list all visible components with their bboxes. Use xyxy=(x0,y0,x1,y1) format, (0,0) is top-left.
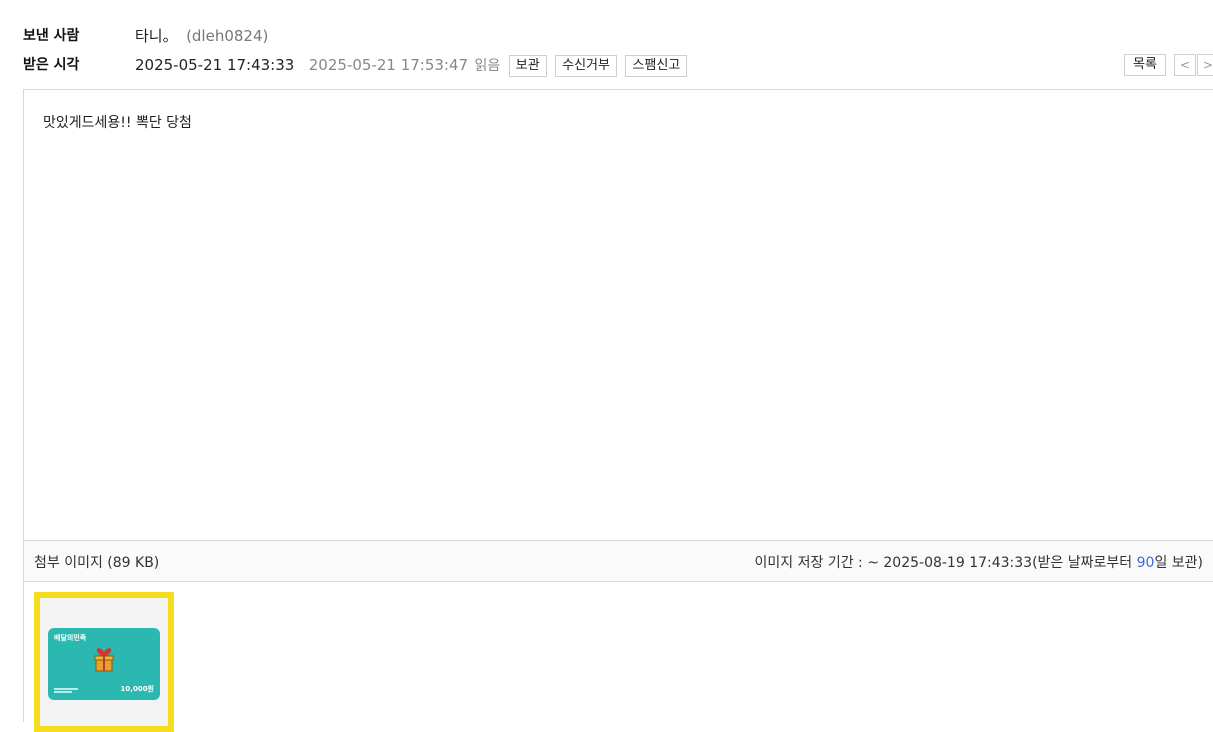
sender-id: (dleh0824) xyxy=(186,27,269,45)
attachment-retention: 이미지 저장 기간 : ~ 2025-08-19 17:43:33(받은 날짜로… xyxy=(755,552,1203,572)
sender-info: 타니。 (dleh0824) xyxy=(135,26,268,47)
message-body-box: 맛있게드세용!! 뽁단 당첨 xyxy=(23,89,1213,540)
message-text: 맛있게드세용!! 뽁단 당첨 xyxy=(43,115,192,131)
next-message-button[interactable]: > xyxy=(1197,54,1213,76)
received-info: 2025-05-21 17:43:33 2025-05-21 17:53:47 … xyxy=(135,55,688,77)
save-button[interactable]: 보관 xyxy=(508,55,547,77)
block-sender-button[interactable]: 수신거부 xyxy=(555,55,617,77)
sender-label: 보낸 사람 xyxy=(23,28,80,44)
received-label: 받은 시각 xyxy=(23,57,80,73)
retention-prefix: 이미지 저장 기간 : ~ 2025-08-19 17:43:33(받은 날짜로… xyxy=(754,555,1137,571)
sender-name[interactable]: 타니。 xyxy=(135,27,178,45)
report-spam-button[interactable]: 스팸신고 xyxy=(625,55,688,77)
list-button[interactable]: 목록 xyxy=(1124,54,1166,76)
attachment-label: 첨부 이미지 (89 KB) xyxy=(34,555,160,571)
read-time: 2025-05-21 17:53:47 xyxy=(308,56,469,74)
retention-days: 90 xyxy=(1136,555,1155,571)
retention-suffix: 일 보관) xyxy=(1154,555,1203,571)
gift-card-image: 배달의민족 10,000원 xyxy=(48,628,160,700)
card-fine-print xyxy=(54,688,78,694)
attachment-thumbnail[interactable]: 배달의민족 10,000원 xyxy=(34,592,174,732)
gift-box-icon xyxy=(94,648,114,672)
card-brand: 배달의민족 xyxy=(54,634,87,642)
sent-time: 2025-05-21 17:43:33 xyxy=(135,56,295,74)
attachment-bar: 첨부 이미지 (89 KB) 이미지 저장 기간 : ~ 2025-08-19 … xyxy=(23,540,1213,582)
attachment-area xyxy=(23,582,1213,722)
prev-message-button[interactable]: < xyxy=(1174,54,1196,76)
card-amount: 10,000원 xyxy=(120,685,154,693)
read-status: 읽음 xyxy=(474,58,501,74)
